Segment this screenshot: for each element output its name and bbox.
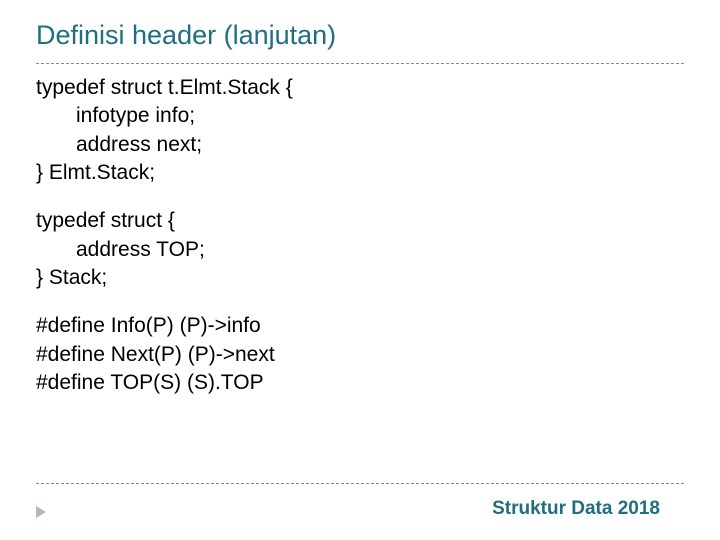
code-line: #define TOP(S) (S).TOP xyxy=(36,369,684,397)
code-line: infotype info; xyxy=(36,102,684,130)
code-line: } Stack; xyxy=(36,264,684,292)
code-line: #define Info(P) (P)->info xyxy=(36,312,684,340)
code-block-defines: #define Info(P) (P)->info #define Next(P… xyxy=(36,312,684,397)
divider-bottom xyxy=(36,483,684,484)
code-line: #define Next(P) (P)->next xyxy=(36,341,684,369)
code-line: } Elmt.Stack; xyxy=(36,159,684,187)
code-line: address next; xyxy=(36,131,684,159)
divider-top xyxy=(36,63,684,64)
code-block-stack: typedef struct { address TOP; } Stack; xyxy=(36,207,684,292)
code-line: address TOP; xyxy=(36,236,684,264)
code-block-elmtstack: typedef struct t.Elmt.Stack { infotype i… xyxy=(36,74,684,187)
code-line: typedef struct t.Elmt.Stack { xyxy=(36,74,684,102)
footer-text: Struktur Data 2018 xyxy=(492,498,660,520)
content: typedef struct t.Elmt.Stack { infotype i… xyxy=(36,74,684,397)
slide-title: Definisi header (lanjutan) xyxy=(36,20,684,57)
arrow-icon xyxy=(36,506,46,518)
code-line: typedef struct { xyxy=(36,207,684,235)
slide: Definisi header (lanjutan) typedef struc… xyxy=(0,0,720,540)
